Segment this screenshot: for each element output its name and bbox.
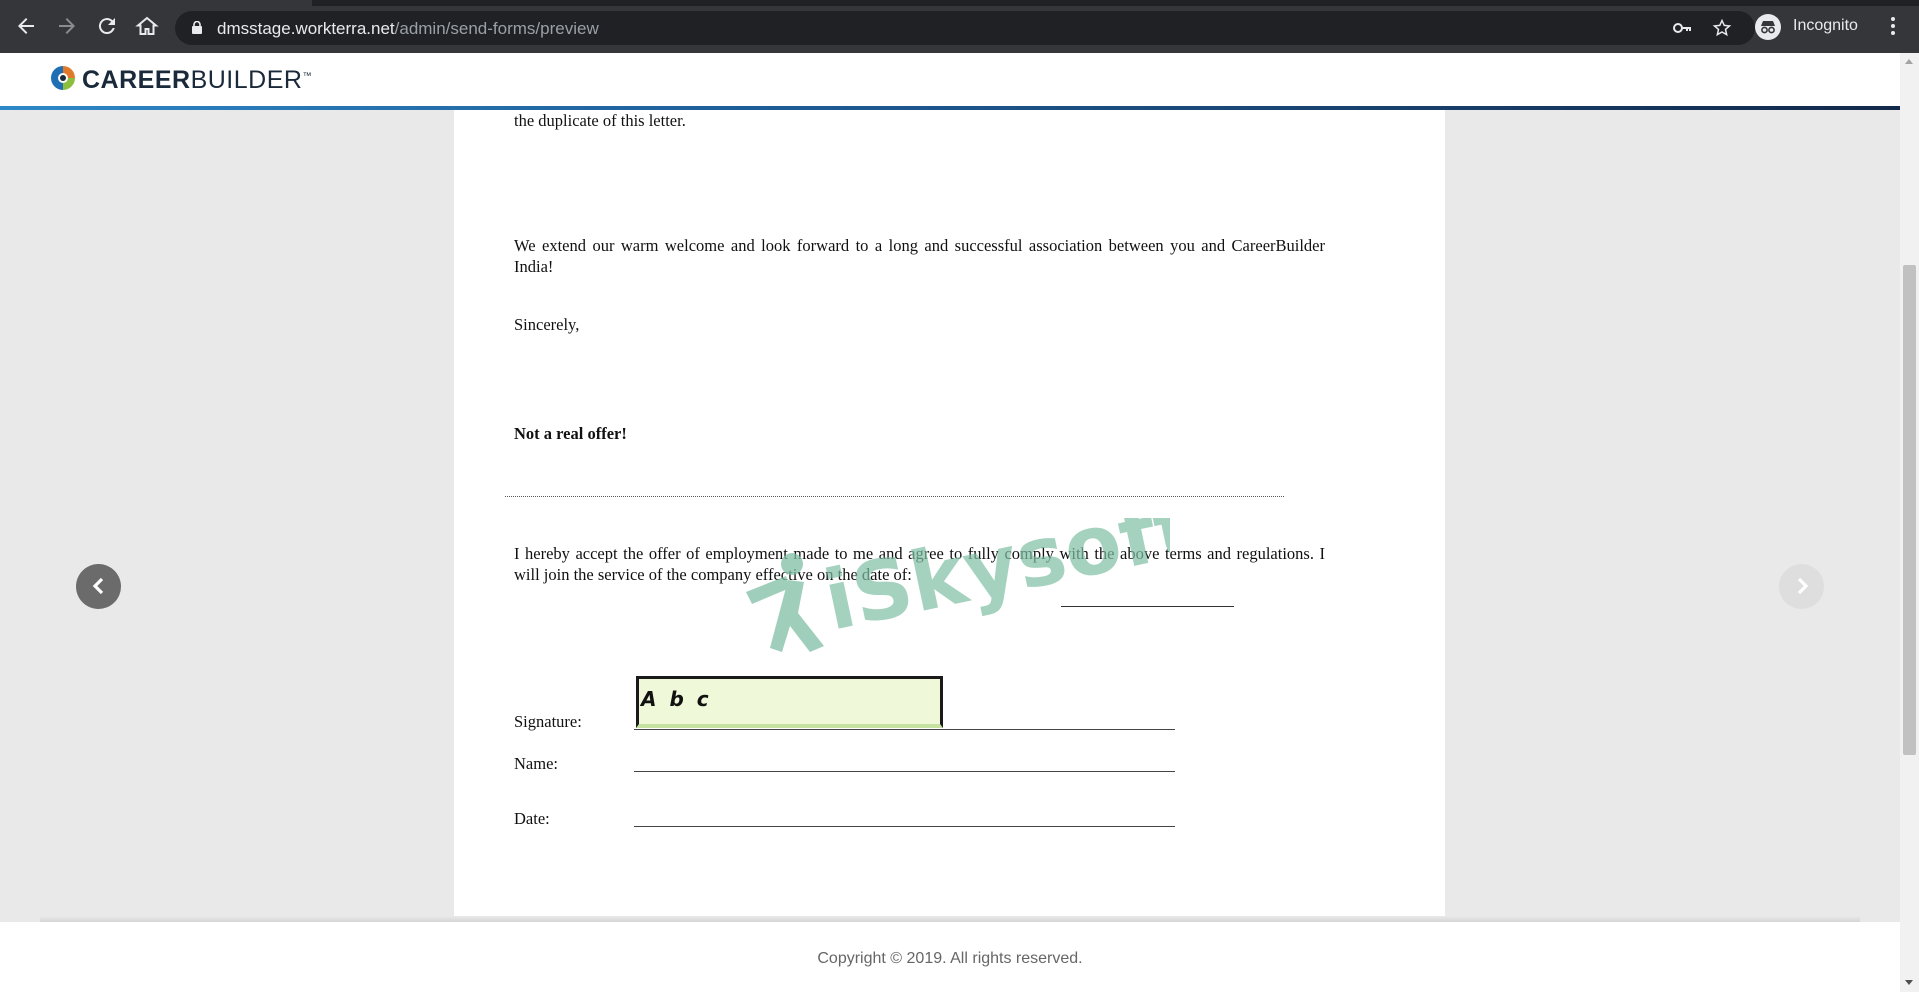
- scroll-up-icon[interactable]: [1905, 59, 1913, 64]
- chevron-right-icon: [1797, 577, 1809, 595]
- back-icon[interactable]: [14, 14, 38, 38]
- signature-field[interactable]: A b c: [636, 676, 943, 728]
- join-date-field[interactable]: [1061, 606, 1234, 607]
- name-label: Name:: [514, 754, 558, 773]
- date-field[interactable]: [634, 826, 1175, 827]
- careerbuilder-logo-icon: [51, 66, 75, 90]
- signature-value: A b c: [641, 687, 712, 711]
- address-bar[interactable]: dmsstage.workterra.net/admin/send-forms/…: [175, 11, 1755, 45]
- signature-line: [634, 729, 1175, 730]
- disclaimer-text: Not a real offer!: [514, 424, 627, 443]
- scrollbar-thumb[interactable]: [1903, 265, 1916, 755]
- careerbuilder-wordmark: CAREERBUILDER™: [82, 66, 312, 94]
- next-page-button[interactable]: [1779, 564, 1824, 609]
- site-header: CAREERBUILDER™: [0, 53, 1900, 110]
- menu-icon[interactable]: [1885, 14, 1901, 38]
- dotted-divider: [505, 496, 1284, 497]
- lock-icon[interactable]: [192, 21, 202, 34]
- url-text[interactable]: dmsstage.workterra.net/admin/send-forms/…: [217, 19, 599, 39]
- reload-icon[interactable]: [95, 14, 119, 38]
- page-footer: Copyright © 2019. All rights reserved.: [0, 922, 1900, 992]
- home-icon[interactable]: [135, 14, 159, 38]
- key-icon[interactable]: [1672, 18, 1692, 38]
- chevron-left-icon: [92, 577, 104, 595]
- active-tab-edge[interactable]: [0, 0, 312, 6]
- tab-strip: [0, 0, 1919, 6]
- welcome-paragraph: We extend our warm welcome and look forw…: [514, 236, 1325, 276]
- forward-icon[interactable]: [55, 14, 79, 38]
- letter-fragment: the duplicate of this letter.: [514, 111, 686, 130]
- scroll-down-icon[interactable]: [1905, 980, 1913, 985]
- star-icon[interactable]: [1712, 18, 1732, 38]
- url-host: dmsstage.workterra.net: [217, 19, 395, 38]
- closing-text: Sincerely,: [514, 315, 580, 334]
- document-preview: the duplicate of this letter. We extend …: [454, 110, 1445, 922]
- incognito-label: Incognito: [1793, 17, 1858, 34]
- copyright-text: Copyright © 2019. All rights reserved.: [817, 950, 1083, 967]
- browser-toolbar: dmsstage.workterra.net/admin/send-forms/…: [0, 0, 1919, 53]
- previous-page-button[interactable]: [76, 564, 121, 609]
- name-field[interactable]: [634, 771, 1175, 772]
- acceptance-paragraph: I hereby accept the offer of employment …: [514, 544, 1325, 584]
- page-scrollbar[interactable]: [1900, 53, 1919, 992]
- url-path: /admin/send-forms/preview: [394, 19, 599, 38]
- date-label: Date:: [514, 809, 550, 828]
- signature-label: Signature:: [514, 712, 582, 731]
- incognito-icon: [1755, 14, 1781, 40]
